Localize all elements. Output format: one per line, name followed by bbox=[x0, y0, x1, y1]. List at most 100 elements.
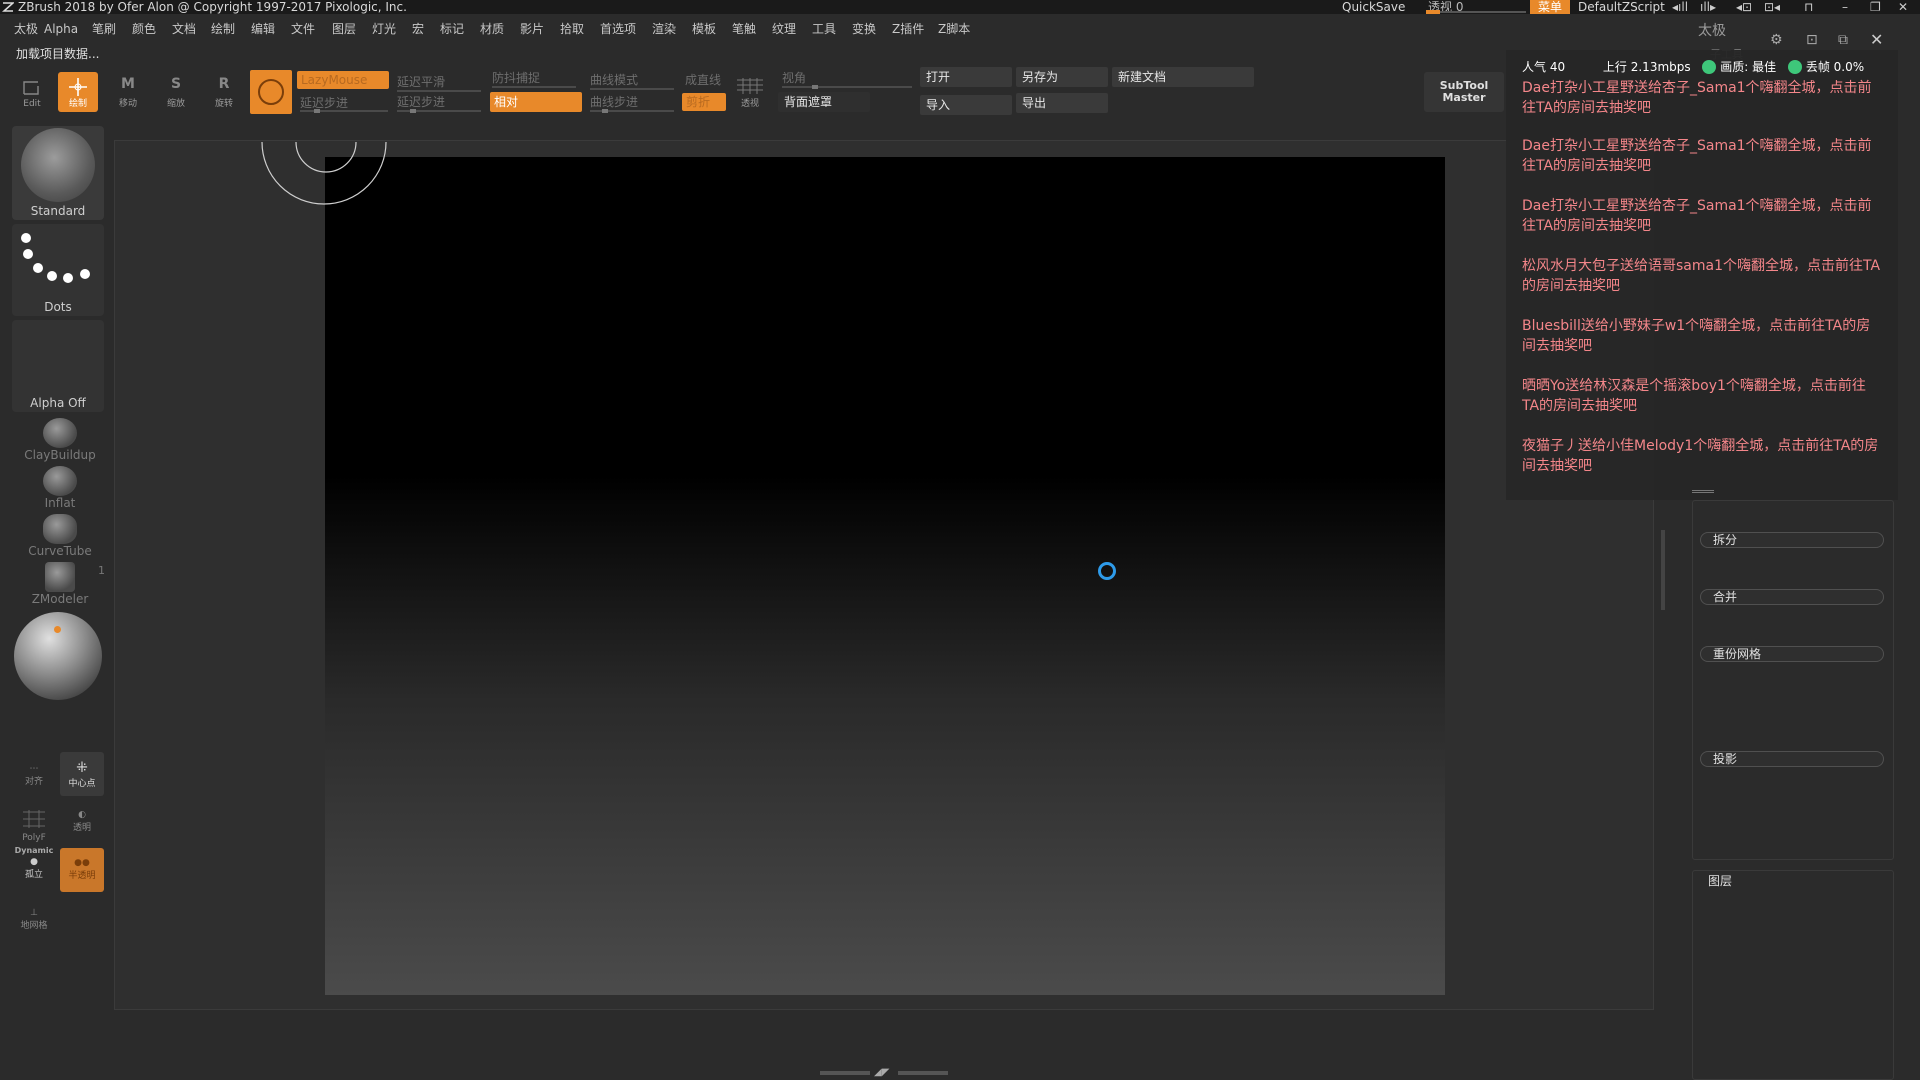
restore-icon[interactable]: ❐ bbox=[1870, 0, 1881, 14]
menu-item-draw[interactable]: 绘制 bbox=[211, 18, 235, 40]
camera-icon[interactable]: ⊡◂ bbox=[1764, 0, 1780, 14]
relative-button[interactable]: 相对 bbox=[490, 92, 582, 112]
menu-item-picker[interactable]: 拾取 bbox=[560, 18, 584, 40]
bottom-tray-left[interactable] bbox=[820, 1071, 870, 1075]
brush-zmodeler[interactable]: ZModeler bbox=[20, 562, 100, 606]
new-document-button[interactable]: 新建文档 bbox=[1112, 67, 1254, 87]
angle-knob[interactable] bbox=[812, 85, 818, 89]
move-button[interactable]: M 移动 bbox=[108, 72, 148, 112]
menu-item-taiji[interactable]: 太极 bbox=[14, 18, 38, 40]
menu-item-file[interactable]: 文件 bbox=[291, 18, 315, 40]
remesh-button[interactable]: 重份网格 bbox=[1700, 646, 1884, 662]
polyframe-button[interactable]: PolyF bbox=[12, 800, 56, 844]
brush-standard-tile[interactable]: Standard bbox=[12, 126, 104, 220]
transparent-button[interactable]: ◐ 透明 bbox=[60, 800, 104, 844]
popout-icon[interactable]: ⧉ bbox=[1838, 32, 1848, 48]
menu-item-preferences[interactable]: 首选项 bbox=[600, 18, 636, 40]
menu-item-layer[interactable]: 图层 bbox=[332, 18, 356, 40]
lock-icon[interactable]: ⊓ bbox=[1804, 0, 1813, 14]
brush-claybuildup[interactable]: ClayBuildup bbox=[20, 418, 100, 462]
menu-item-movie[interactable]: 影片 bbox=[520, 18, 544, 40]
rotate-icon[interactable]: ◂⊡ bbox=[1736, 0, 1752, 14]
backtrack-label: 防抖捕捉 bbox=[492, 71, 541, 85]
center-point-button[interactable]: ⁜ 中心点 bbox=[60, 752, 104, 796]
bottom-tray-right[interactable] bbox=[898, 1071, 948, 1075]
settings-gear-icon[interactable]: ⚙ bbox=[1770, 32, 1783, 48]
document-canvas[interactable] bbox=[325, 157, 1445, 995]
volume-icon[interactable]: ◂ıll bbox=[1672, 0, 1688, 14]
menu-item-zscript[interactable]: Z脚本 bbox=[938, 18, 970, 40]
chat-resize-handle[interactable] bbox=[1692, 490, 1714, 493]
lazymouse-button[interactable]: LazyMouse bbox=[297, 71, 389, 89]
alpha-off-tile[interactable]: Alpha Off bbox=[12, 320, 104, 412]
align-button[interactable]: ⋯ 对齐 bbox=[12, 752, 56, 796]
ghost-button[interactable]: ●● 半透明 bbox=[60, 848, 104, 892]
brush-curvetube[interactable]: CurveTube bbox=[20, 514, 100, 558]
menu-item-document[interactable]: 文档 bbox=[172, 18, 196, 40]
center-point-icon: ⁜ bbox=[76, 760, 88, 776]
layers-label[interactable]: 图层 bbox=[1708, 872, 1732, 889]
subtool-master-button[interactable]: SubTool Master bbox=[1424, 72, 1504, 112]
spline-button[interactable]: 剪折 bbox=[682, 93, 726, 111]
edit-button[interactable]: Edit bbox=[12, 72, 52, 112]
rotate-button[interactable]: R 旋转 bbox=[204, 72, 244, 112]
menu-item-render[interactable]: 渲染 bbox=[652, 18, 676, 40]
menu-item-transform[interactable]: 变换 bbox=[852, 18, 876, 40]
tray-toggle-icon[interactable]: ◢◤ bbox=[874, 1067, 889, 1078]
curve-step-knob[interactable] bbox=[602, 109, 608, 113]
curve-mode-slider[interactable] bbox=[590, 88, 674, 90]
menu-item-zplugin[interactable]: Z插件 bbox=[892, 18, 924, 40]
menu-item-light[interactable]: 灯光 bbox=[372, 18, 396, 40]
rotate-label: 旋转 bbox=[214, 99, 233, 109]
quicksave-button[interactable]: QuickSave bbox=[1342, 0, 1405, 14]
lazy-step2-knob[interactable] bbox=[410, 109, 416, 113]
material-dot-icon bbox=[54, 626, 61, 633]
lazymouse-toggle[interactable] bbox=[250, 70, 292, 114]
panel-close-icon[interactable]: ✕ bbox=[1870, 30, 1883, 49]
import-button[interactable]: 导入 bbox=[920, 95, 1012, 115]
menu-button[interactable]: 菜单 bbox=[1530, 0, 1570, 14]
menu-item-marker[interactable]: 标记 bbox=[440, 18, 464, 40]
menu-item-alpha[interactable]: Alpha bbox=[44, 18, 78, 40]
scale-button[interactable]: S 缩放 bbox=[156, 72, 196, 112]
export-button[interactable]: 导出 bbox=[1016, 93, 1108, 113]
lazy-step2-label: 延迟步进 bbox=[397, 95, 446, 109]
menu-item-tool[interactable]: 工具 bbox=[812, 18, 836, 40]
stream-stats: 人气 40 上行 2.13mbps 画质: 最佳 丢帧 0.0% bbox=[1522, 58, 1864, 75]
draw-button[interactable]: 绘制 bbox=[58, 72, 98, 112]
angle-slider[interactable] bbox=[782, 86, 912, 88]
perspective-button[interactable]: 透视 bbox=[732, 72, 768, 112]
script-name[interactable]: DefaultZScript bbox=[1578, 0, 1665, 14]
solo-button[interactable]: Dynamic ● 孤立 bbox=[12, 846, 56, 890]
open-button[interactable]: 打开 bbox=[920, 67, 1012, 87]
split-button[interactable]: 拆分 bbox=[1700, 532, 1884, 548]
lazy-step-knob[interactable] bbox=[314, 109, 320, 113]
menu-item-macro[interactable]: 宏 bbox=[412, 18, 424, 40]
close-icon[interactable]: ✕ bbox=[1898, 0, 1908, 14]
solo-label: 孤立 bbox=[24, 870, 43, 880]
floor-label: 地网格 bbox=[20, 921, 48, 931]
menu-item-material[interactable]: 材质 bbox=[480, 18, 504, 40]
backtrack-slider[interactable] bbox=[492, 86, 576, 88]
save-as-button[interactable]: 另存为 bbox=[1016, 67, 1108, 87]
lazy-smooth-slider[interactable] bbox=[397, 90, 481, 92]
perspective-slider-track[interactable] bbox=[1426, 11, 1526, 13]
menu-item-stencil[interactable]: 模板 bbox=[692, 18, 716, 40]
material-sphere[interactable] bbox=[14, 612, 102, 700]
merge-button[interactable]: 合并 bbox=[1700, 589, 1884, 605]
menu-item-color[interactable]: 颜色 bbox=[132, 18, 156, 40]
menu-item-brush[interactable]: 笔刷 bbox=[92, 18, 116, 40]
menu-item-edit[interactable]: 编辑 bbox=[251, 18, 275, 40]
project-button[interactable]: 投影 bbox=[1700, 751, 1884, 767]
stroke-dots-tile[interactable]: Dots bbox=[12, 224, 104, 316]
dock-icon[interactable]: ⊡ bbox=[1806, 32, 1818, 48]
menu-item-texture[interactable]: 纹理 bbox=[772, 18, 796, 40]
back-mask-button[interactable]: 背面遮罩 bbox=[778, 92, 870, 112]
brush-inflat[interactable]: Inflat bbox=[20, 466, 100, 510]
menu-item-stroke[interactable]: 笔触 bbox=[732, 18, 756, 40]
minimize-icon[interactable]: – bbox=[1842, 0, 1848, 14]
floor-grid-button[interactable]: ⊥ 地网格 bbox=[12, 898, 56, 942]
signal-icon[interactable]: ıll▸ bbox=[1700, 0, 1716, 14]
canvas-right-scrollbar[interactable] bbox=[1661, 530, 1665, 610]
edit-label: Edit bbox=[23, 99, 41, 109]
